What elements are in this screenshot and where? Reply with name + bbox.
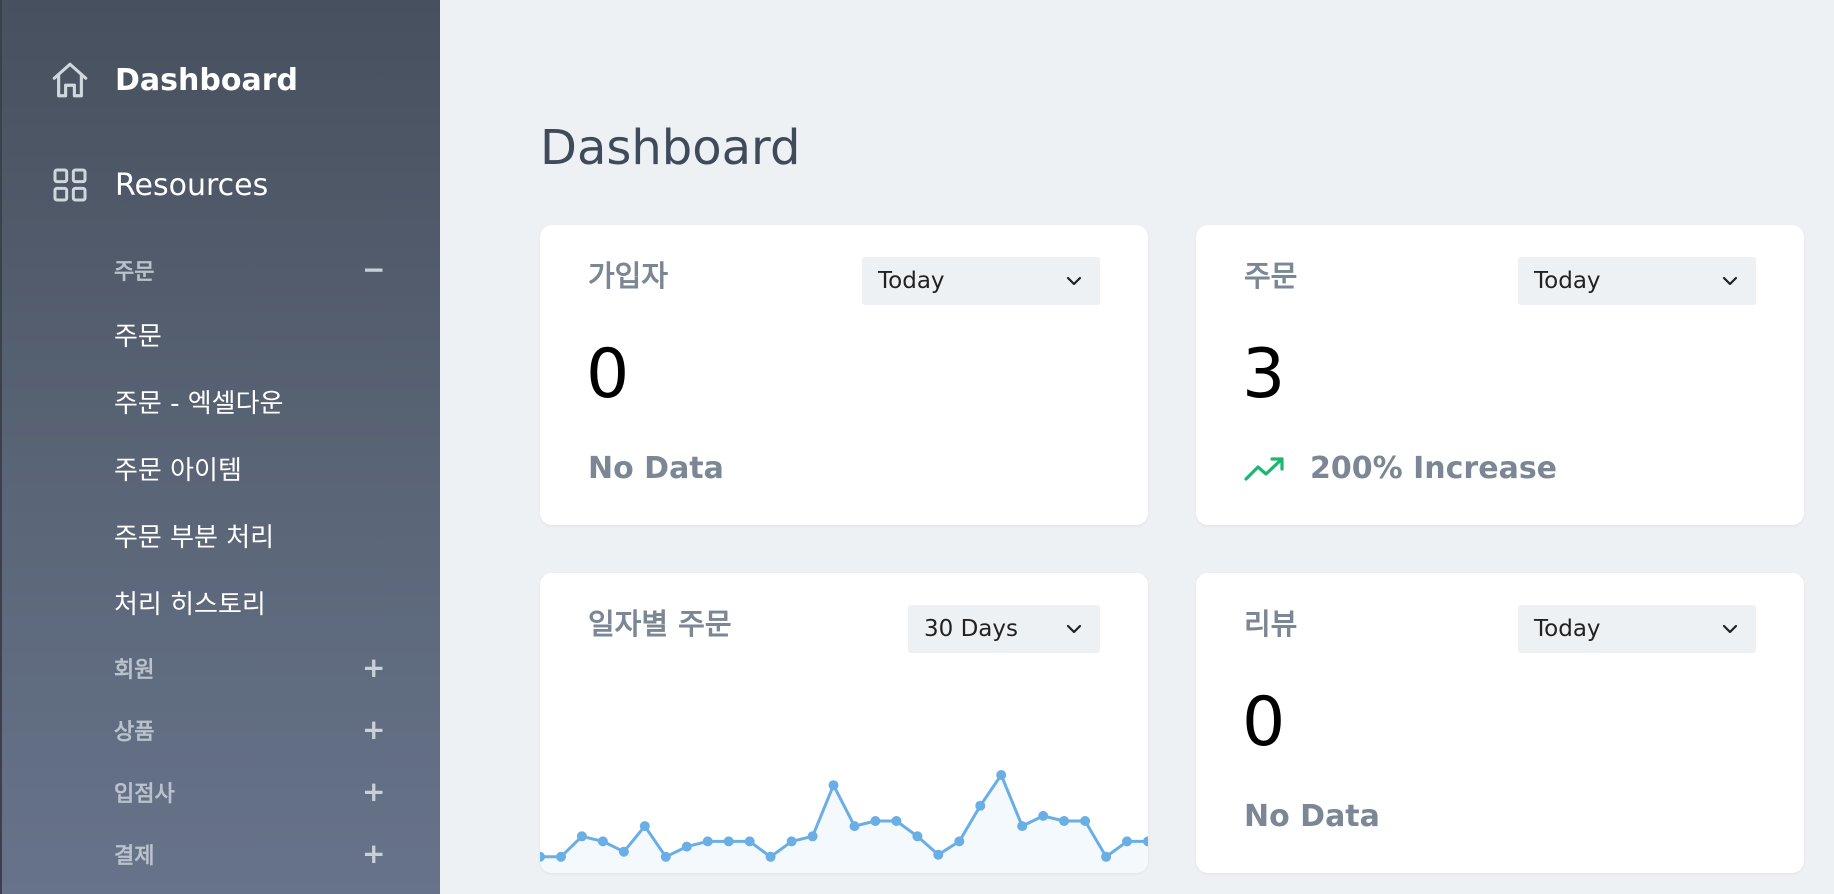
page-title: Dashboard xyxy=(540,120,801,176)
sidebar-group-members[interactable]: 회원 + xyxy=(114,651,386,684)
trending-up-icon xyxy=(1244,454,1286,484)
chart-point[interactable] xyxy=(849,821,860,832)
chart-point[interactable] xyxy=(1122,836,1132,847)
range-select[interactable]: Today xyxy=(1518,605,1756,653)
group-label: 결제 xyxy=(114,844,155,869)
metric-footer-text: No Data xyxy=(1244,799,1380,834)
metric-footer: 200% Increase xyxy=(1244,451,1557,486)
chart-point[interactable] xyxy=(786,836,797,847)
group-label: 상품 xyxy=(114,720,155,745)
sidebar-item-dashboard[interactable]: Dashboard xyxy=(48,58,298,102)
expand-icon: + xyxy=(362,837,386,870)
chart-point[interactable] xyxy=(891,816,902,826)
metric-card-orders: 주문 Today 3 200% Increase xyxy=(1196,225,1804,525)
chart-point[interactable] xyxy=(556,851,566,862)
metric-card-signups: 가입자 Today 0 No Data xyxy=(540,225,1148,525)
range-select-value: Today xyxy=(1534,268,1601,294)
metric-value: 3 xyxy=(1242,335,1286,414)
metric-footer: No Data xyxy=(1244,799,1380,834)
chevron-down-icon xyxy=(1720,619,1740,639)
range-select-value: Today xyxy=(1534,616,1601,642)
sidebar-group-payments[interactable]: 결제 + xyxy=(114,837,386,870)
group-label: 입점사 xyxy=(114,782,175,807)
chart-point[interactable] xyxy=(765,851,776,862)
group-label: 회원 xyxy=(114,658,155,683)
range-select-value: 30 Days xyxy=(924,616,1018,642)
expand-icon: + xyxy=(362,775,386,808)
metric-footer-text: No Data xyxy=(588,451,724,486)
metric-value: 0 xyxy=(586,335,630,414)
chart-point[interactable] xyxy=(681,841,692,852)
range-select[interactable]: Today xyxy=(1518,257,1756,305)
range-select[interactable]: Today xyxy=(862,257,1100,305)
home-icon xyxy=(48,58,92,102)
sidebar-item-resources[interactable]: Resources xyxy=(48,163,268,207)
chart-point[interactable] xyxy=(954,836,965,847)
chevron-down-icon xyxy=(1720,271,1740,291)
expand-icon: + xyxy=(362,651,386,684)
chart-point[interactable] xyxy=(702,836,713,847)
chevron-down-icon xyxy=(1064,271,1084,291)
chart-point[interactable] xyxy=(618,846,629,857)
chart-point[interactable] xyxy=(912,831,923,842)
sidebar: Dashboard Resources 주문 − 주문 주문 - 엑셀다운 주문… xyxy=(0,0,440,894)
chart-point[interactable] xyxy=(639,821,650,832)
group-label: 주문 xyxy=(114,260,155,285)
metric-card-reviews: 리뷰 Today 0 No Data xyxy=(1196,573,1804,873)
sidebar-group-vendors[interactable]: 입점사 + xyxy=(114,775,386,808)
card-title: 일자별 주문 xyxy=(588,607,732,641)
chart-point[interactable] xyxy=(1038,810,1049,821)
card-title: 주문 xyxy=(1244,259,1298,293)
sidebar-item-processing-history[interactable]: 처리 히스토리 xyxy=(114,584,266,621)
chart-card-daily-orders: 일자별 주문 30 Days xyxy=(540,573,1148,873)
sidebar-group-orders[interactable]: 주문 − xyxy=(114,253,386,286)
chart-point[interactable] xyxy=(597,836,608,847)
chart-point[interactable] xyxy=(870,816,881,826)
expand-icon: + xyxy=(362,713,386,746)
range-select-value: Today xyxy=(878,268,945,294)
chart-point[interactable] xyxy=(828,780,839,791)
sidebar-group-products[interactable]: 상품 + xyxy=(114,713,386,746)
sidebar-item-orders-excel[interactable]: 주문 - 엑셀다운 xyxy=(114,383,283,420)
grid-icon xyxy=(48,163,92,207)
metric-footer-text: 200% Increase xyxy=(1310,451,1558,486)
chart-point[interactable] xyxy=(723,836,734,847)
chart-point[interactable] xyxy=(660,851,671,862)
sidebar-item-orders[interactable]: 주문 xyxy=(114,316,162,353)
sidebar-item-label: Resources xyxy=(115,167,269,203)
chart-point[interactable] xyxy=(576,831,587,842)
sidebar-item-order-items[interactable]: 주문 아이템 xyxy=(114,450,242,487)
chart-point[interactable] xyxy=(996,770,1007,780)
chart-point[interactable] xyxy=(933,849,944,860)
chart-point[interactable] xyxy=(1017,821,1028,832)
card-title: 리뷰 xyxy=(1244,607,1298,641)
chevron-down-icon xyxy=(1064,619,1084,639)
collapse-icon: − xyxy=(362,253,386,286)
range-select[interactable]: 30 Days xyxy=(908,605,1100,653)
metric-footer: No Data xyxy=(588,451,724,486)
chart-point[interactable] xyxy=(807,831,818,842)
sidebar-item-label: Dashboard xyxy=(115,62,298,98)
card-title: 가입자 xyxy=(588,259,669,293)
chart-area xyxy=(540,775,1148,873)
chart-point[interactable] xyxy=(1101,851,1112,862)
metric-value: 0 xyxy=(1242,683,1286,762)
chart-point[interactable] xyxy=(744,836,755,847)
sidebar-item-partial-processing[interactable]: 주문 부분 처리 xyxy=(114,517,274,554)
daily-orders-chart xyxy=(540,770,1148,873)
chart-point[interactable] xyxy=(975,800,986,811)
chart-point[interactable] xyxy=(1080,816,1091,826)
chart-point[interactable] xyxy=(1059,816,1070,826)
